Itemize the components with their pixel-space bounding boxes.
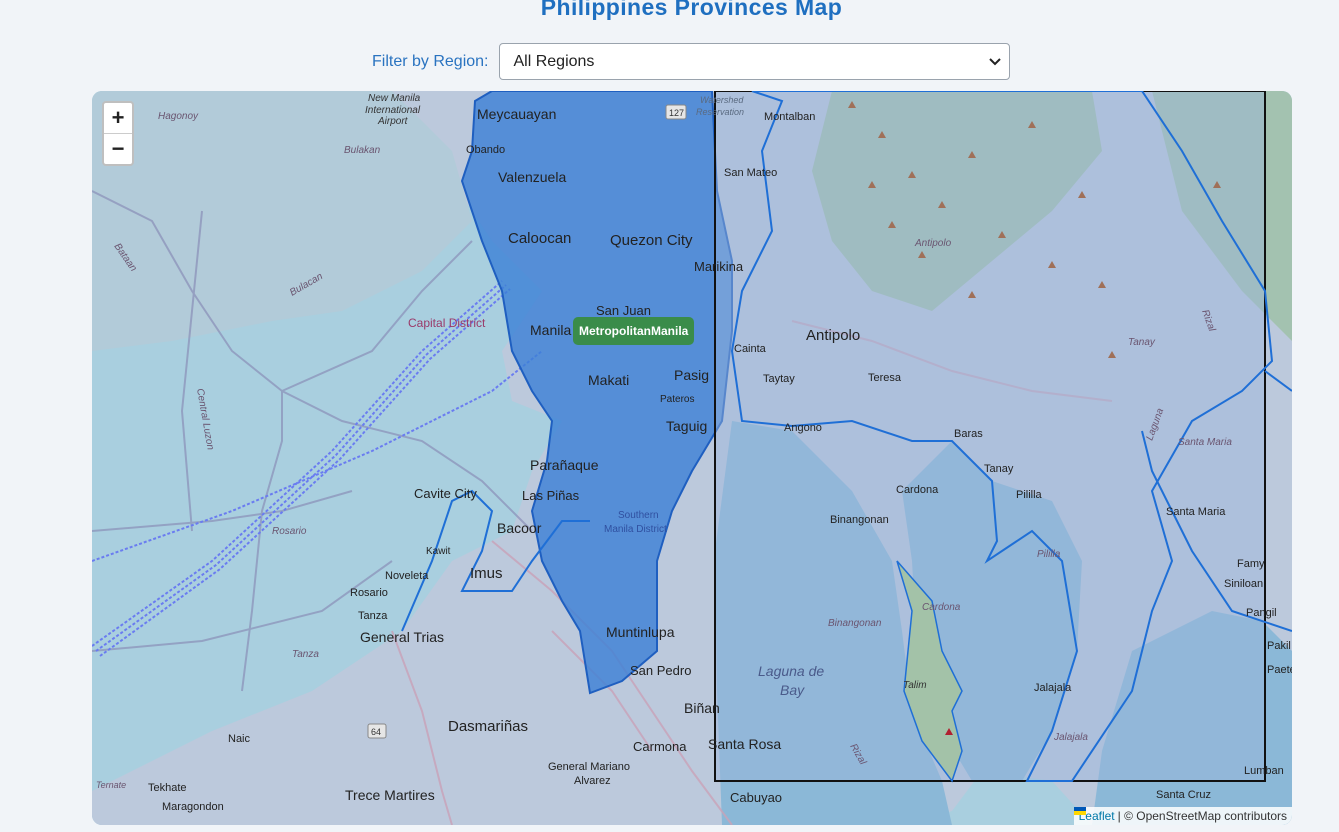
place-label: Famy	[1237, 558, 1265, 570]
place-label: Naic	[228, 733, 251, 745]
place-label: Las Piñas	[522, 488, 580, 503]
place-label: Pasig	[674, 367, 709, 383]
place-label: Trece Martires	[345, 787, 435, 803]
place-label: International	[365, 105, 421, 116]
place-label: Pakil	[1267, 640, 1291, 652]
place-label: Taguig	[666, 418, 707, 434]
place-label: Santa Rosa	[708, 736, 781, 752]
place-label: Manila District	[604, 524, 667, 535]
filter-label: Filter by Region:	[372, 52, 489, 70]
map-canvas[interactable]: Hagonoy New Manila International Airport…	[92, 91, 1292, 825]
place-label: Kawit	[426, 546, 451, 557]
map-attribution: Leaflet | © OpenStreetMap contributors	[1073, 807, 1292, 825]
place-label: Cainta	[734, 343, 767, 355]
place-label: Bulakan	[344, 145, 381, 156]
place-label: Santa Cruz	[1156, 789, 1211, 801]
place-label: Antipolo	[914, 238, 952, 249]
place-label: Cavite City	[414, 486, 477, 501]
place-label: Jalajala	[1034, 682, 1072, 694]
place-label: New Manila	[368, 93, 421, 104]
region-select[interactable]: All Regions	[498, 43, 1010, 80]
place-label: San Mateo	[724, 167, 777, 179]
place-label: Montalban	[764, 111, 815, 123]
place-label: Santa Maria	[1178, 437, 1232, 448]
place-label: Obando	[466, 144, 505, 156]
zoom-out-button[interactable]: −	[104, 133, 132, 164]
place-label: Pangil	[1246, 607, 1277, 619]
place-label: Muntinlupa	[606, 624, 675, 640]
place-label: Carmona	[633, 739, 687, 754]
svg-text:127: 127	[669, 108, 684, 118]
place-label: Cardona	[922, 602, 961, 613]
place-label: Dasmariñas	[448, 718, 528, 735]
place-label: Capital District	[408, 316, 486, 330]
place-label: Angono	[784, 422, 822, 434]
place-label: Teresa	[868, 372, 902, 384]
place-label: Paete	[1267, 664, 1292, 676]
place-label: Airport	[377, 116, 409, 127]
place-label: Hagonoy	[158, 111, 199, 122]
place-label: Valenzuela	[498, 169, 566, 185]
osm-attribution[interactable]: | © OpenStreetMap contributors	[1118, 809, 1287, 823]
place-label: Tanza	[358, 610, 388, 622]
place-label: Taytay	[763, 373, 795, 385]
place-label: Reservation	[696, 107, 744, 117]
place-label: Manila	[530, 322, 571, 338]
page-title: Philippines Provinces Map	[540, 0, 843, 20]
place-label: Meycauayan	[477, 106, 556, 122]
place-label: Pateros	[660, 394, 694, 405]
ukraine-flag-icon	[1073, 807, 1086, 815]
chevron-down-icon	[988, 57, 1001, 65]
place-label: San Pedro	[630, 663, 691, 678]
place-label: Marikina	[694, 259, 744, 274]
place-label: San Juan	[596, 303, 651, 318]
place-label: Imus	[470, 565, 503, 582]
place-label: Tanay	[1128, 337, 1156, 348]
place-label: Southern	[618, 510, 659, 521]
place-label: Noveleta	[385, 570, 429, 582]
place-label: Bacoor	[497, 520, 542, 536]
place-label: Lumban	[1244, 765, 1284, 777]
svg-text:64: 64	[371, 727, 381, 737]
region-select-value: All Regions	[513, 52, 595, 70]
place-label: Baras	[954, 428, 983, 440]
place-label: Bay	[780, 682, 805, 698]
place-label: Binangonan	[830, 514, 889, 526]
place-label: Tanay	[984, 463, 1014, 475]
place-label: General Trias	[360, 629, 444, 645]
place-label: Parañaque	[530, 457, 599, 473]
place-label: Tekhate	[148, 782, 187, 794]
place-label: Ternate	[96, 780, 126, 790]
place-label: Watershed	[700, 95, 744, 105]
place-label: Laguna de	[758, 663, 824, 679]
province-tooltip: MetropolitanManila	[573, 317, 695, 345]
place-label: Makati	[588, 372, 629, 388]
place-label: Tanza	[292, 649, 319, 660]
place-label: Quezon City	[610, 232, 693, 249]
place-label: Binangonan	[828, 618, 882, 629]
place-label: Talim	[903, 680, 927, 691]
region-filter: Filter by Region: All Regions	[372, 43, 1010, 80]
place-label: Siniloan	[1224, 578, 1263, 590]
place-label: Alvarez	[574, 775, 611, 787]
place-label: Santa Maria	[1166, 506, 1226, 518]
place-label: Cardona	[896, 484, 939, 496]
place-label: Maragondon	[162, 801, 224, 813]
zoom-control: + −	[102, 101, 134, 166]
place-label: Pililla	[1016, 489, 1043, 501]
place-label: Caloocan	[508, 230, 571, 247]
place-label: General Mariano	[548, 761, 630, 773]
place-label: Jalajala	[1053, 732, 1088, 743]
place-label: Cabuyao	[730, 790, 782, 805]
place-label: Rosario	[350, 587, 388, 599]
place-label: Rosario	[272, 526, 307, 537]
map[interactable]: Hagonoy New Manila International Airport…	[92, 91, 1292, 825]
place-label: Antipolo	[806, 327, 860, 344]
zoom-in-button[interactable]: +	[104, 103, 132, 133]
place-label: Biñan	[684, 700, 720, 716]
place-label: Pililla	[1037, 549, 1061, 560]
